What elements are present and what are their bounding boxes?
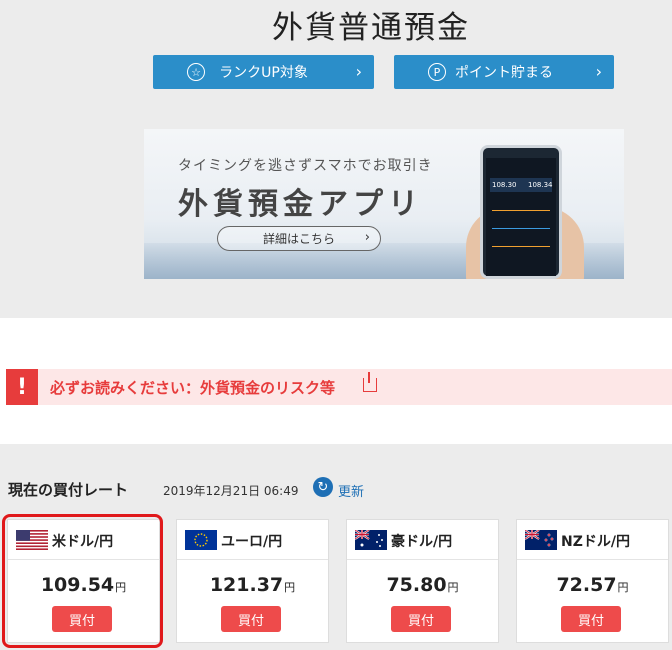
rank-up-button[interactable]: ☆ ランクUP対象 › [153,55,374,89]
rate-value: 72.57円 [556,574,629,596]
currency-name: ユーロ/円 [221,534,283,550]
banner-subtitle: タイミングを逃さずスマホでお取引き [178,158,433,174]
buy-button-aud[interactable]: 買付 [391,606,451,632]
page-title: 外貨普通預金 [272,10,470,46]
phone-rate-ask: 108.34 [528,181,553,189]
risk-notice-text: 必ずお読みください：外貨預金のリスク等 [50,379,336,397]
highlight-box [2,514,163,648]
details-label: 詳細はこちら [262,232,335,246]
currency-name: 豪ドル/円 [391,534,453,550]
rate-card-nzd: NZドル/円 72.57円 買付 [516,519,669,643]
chevron-right-icon: › [364,230,370,245]
refresh-link[interactable]: 更新 [338,481,364,500]
details-button[interactable]: 詳細はこちら › [217,226,381,251]
exclamation-icon: ! [6,369,38,405]
refresh-icon[interactable]: ↻ [313,477,333,497]
rate-card-eur: ユーロ/円 121.37円 買付 [176,519,329,643]
au-flag-icon [355,530,387,550]
rate-value: 75.80円 [386,574,459,596]
rates-heading: 現在の買付レート [8,481,129,499]
app-banner[interactable]: タイミングを逃さずスマホでお取引き 外貨預金アプリ 詳細はこちら › 108.3… [144,129,624,279]
currency-name: NZドル/円 [561,534,630,550]
smartphone-image: 108.30 108.34 [480,145,562,279]
phone-rate-bid: 108.30 [492,181,517,189]
rate-card-aud: 豪ドル/円 75.80円 買付 [346,519,499,643]
rank-up-label: ランクUP対象 [219,65,308,81]
chevron-right-icon: › [595,62,602,81]
share-icon [363,372,377,392]
header-area: 外貨普通預金 ☆ ランクUP対象 › P ポイント貯まる › タイミングを逃さず… [0,0,672,318]
rates-datetime: 2019年12月21日 06:49 [163,484,299,498]
points-button[interactable]: P ポイント貯まる › [394,55,614,89]
chevron-right-icon: › [355,62,362,81]
risk-notice[interactable]: ! 必ずお読みください：外貨預金のリスク等 [6,369,672,405]
banner-title: 外貨預金アプリ [178,187,423,222]
points-label: ポイント貯まる [455,65,553,81]
buy-button-eur[interactable]: 買付 [221,606,281,632]
buy-button-nzd[interactable]: 買付 [561,606,621,632]
rate-value: 121.37円 [209,574,296,596]
nz-flag-icon [525,530,557,550]
eu-flag-icon [185,530,217,550]
